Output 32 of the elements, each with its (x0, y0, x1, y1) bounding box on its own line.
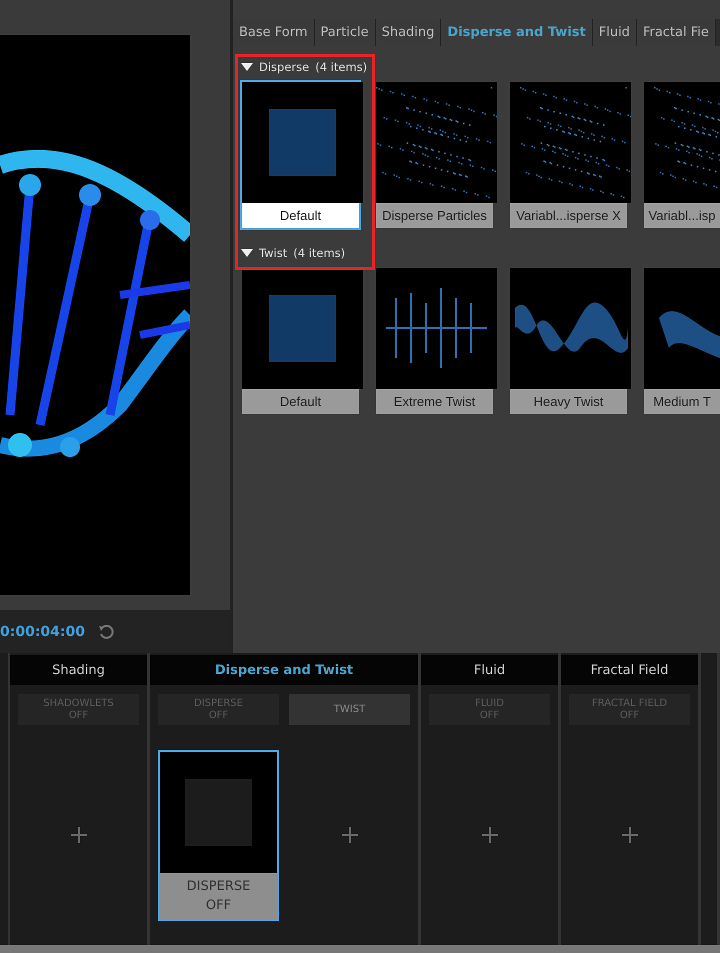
tab[interactable]: Disperse and Twist (441, 19, 593, 46)
tab[interactable]: Fluid (592, 19, 637, 46)
group-title: Twist (259, 246, 288, 260)
column-header[interactable]: Disperse and Twist (150, 655, 418, 685)
group-title: Disperse (259, 60, 310, 74)
preset-thumbnail[interactable]: Extreme Twist (374, 266, 495, 416)
preset-thumbnail[interactable]: Medium T (642, 266, 720, 416)
tab[interactable]: Fractal Fie (636, 19, 716, 46)
item-count: (4 items) (293, 246, 346, 260)
item-count: (4 items) (315, 60, 368, 74)
preset-thumbnail[interactable]: Default (240, 266, 361, 416)
tab[interactable]: Shading (376, 19, 442, 46)
effect-card[interactable]: DISPERSE OFF (158, 750, 279, 920)
expanded-triangle-icon[interactable] (241, 249, 253, 257)
tab[interactable]: Base Form (233, 19, 315, 46)
tab[interactable]: Particle (314, 19, 376, 46)
add-icon[interactable] (480, 826, 498, 844)
timecode: 0:00:04:00 (0, 624, 85, 640)
preset-thumbnail[interactable]: Disperse Particles (374, 80, 495, 230)
preset-thumbnail[interactable]: Default (240, 80, 361, 230)
add-icon[interactable] (70, 826, 88, 844)
add-icon[interactable] (620, 826, 638, 844)
expanded-triangle-icon[interactable] (241, 63, 253, 71)
column-header[interactable]: Shading (10, 655, 147, 685)
reset-icon[interactable] (96, 622, 115, 640)
preset-thumbnail[interactable]: Variabl...isp (642, 80, 720, 230)
effect-toggle[interactable]: TWIST (289, 694, 410, 725)
add-icon[interactable] (340, 826, 358, 844)
column-header[interactable]: Fractal Field (561, 655, 698, 685)
preset-thumbnail[interactable]: Variabl...isperse X (508, 80, 629, 230)
preset-thumbnail[interactable]: Heavy Twist (508, 266, 629, 416)
column-header[interactable]: Fluid (421, 655, 558, 685)
